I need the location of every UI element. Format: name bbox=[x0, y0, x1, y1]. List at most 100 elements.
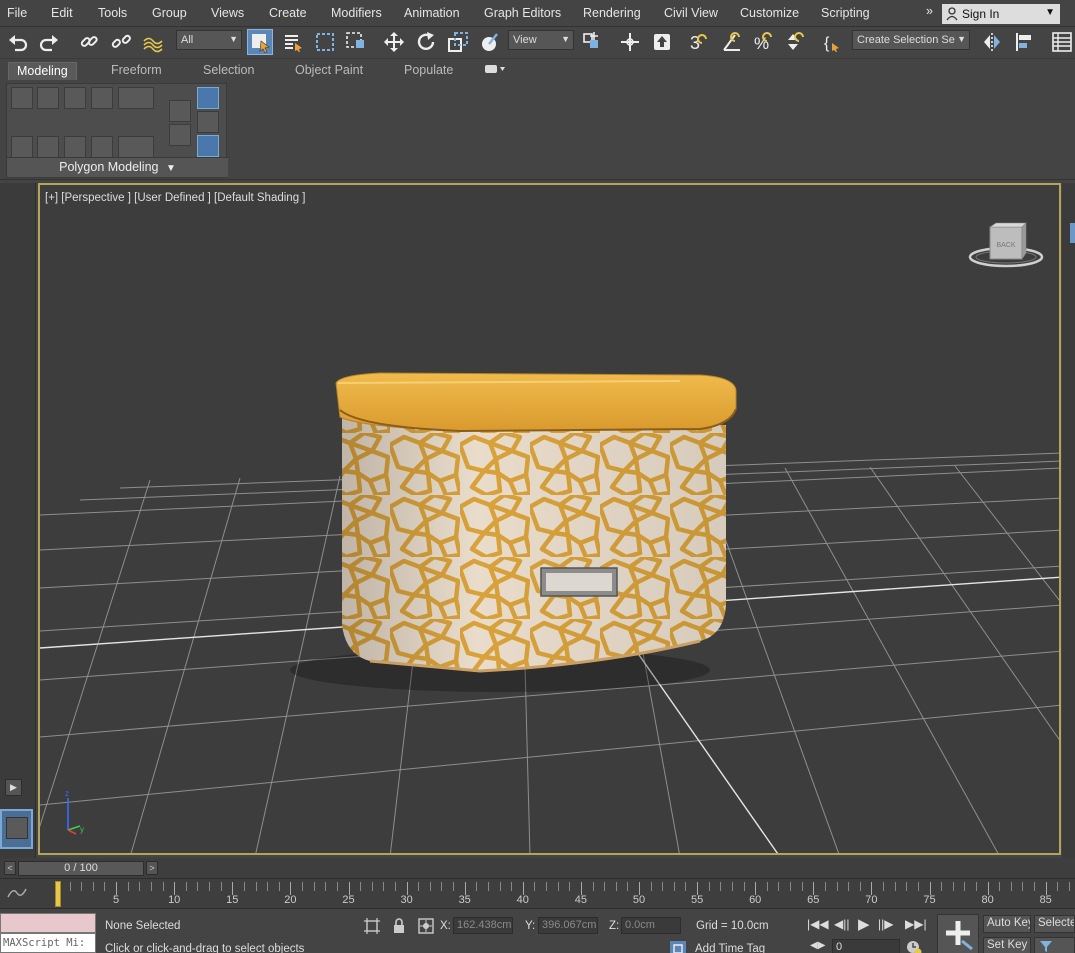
select-by-name-button[interactable] bbox=[280, 29, 306, 55]
modify-mode-button-3[interactable] bbox=[64, 136, 86, 158]
edge-mode-button[interactable] bbox=[37, 87, 59, 109]
tab-object-paint[interactable]: Object Paint bbox=[287, 62, 371, 80]
edit-named-selection-sets-button[interactable]: { bbox=[820, 29, 846, 55]
polygon-modeling-dropdown[interactable]: Polygon Modeling ▼ bbox=[7, 157, 228, 177]
track-bar[interactable]: 0510152025303540455055606570758085 bbox=[0, 878, 1075, 908]
command-panel-tab[interactable] bbox=[1070, 223, 1075, 243]
rectangular-selection-region-button[interactable] bbox=[312, 29, 338, 55]
stack-options-button[interactable] bbox=[169, 124, 191, 146]
spinner-snap-toggle-button[interactable] bbox=[783, 29, 809, 55]
polygon-mode-button[interactable] bbox=[91, 87, 113, 109]
reference-coordinate-dropdown[interactable]: View ▼ bbox=[508, 30, 574, 50]
menu-overflow-button[interactable]: » bbox=[926, 4, 933, 18]
align-button[interactable] bbox=[1011, 29, 1037, 55]
maxscript-output-field[interactable] bbox=[0, 913, 96, 933]
tab-populate[interactable]: Populate bbox=[396, 62, 461, 80]
menu-animation[interactable]: Animation bbox=[404, 6, 460, 20]
lock-icon[interactable] bbox=[390, 917, 408, 935]
stack-level-button[interactable] bbox=[169, 100, 191, 122]
absolute-transform-icon[interactable] bbox=[417, 917, 435, 935]
play-arrow-icon[interactable]: ▶ bbox=[5, 779, 22, 796]
redo-button[interactable] bbox=[36, 29, 62, 55]
tab-selection[interactable]: Selection bbox=[195, 62, 262, 80]
menu-rendering[interactable]: Rendering bbox=[583, 6, 641, 20]
menu-scripting[interactable]: Scripting bbox=[821, 6, 870, 20]
time-slider[interactable]: < 0 / 100 > bbox=[0, 858, 1075, 878]
y-coordinate-field[interactable]: 396.067cm bbox=[538, 917, 598, 934]
add-time-tag-button[interactable]: Add Time Tag bbox=[695, 943, 765, 953]
named-selection-set-dropdown[interactable]: Create Selection Se ▼ bbox=[852, 30, 970, 50]
go-to-start-icon[interactable]: |◀◀ bbox=[807, 917, 829, 931]
menu-modifiers[interactable]: Modifiers bbox=[331, 6, 382, 20]
viewcube-face-label[interactable]: BACK bbox=[996, 242, 1015, 249]
select-and-rotate-button[interactable] bbox=[413, 29, 439, 55]
menu-file[interactable]: File bbox=[7, 6, 27, 20]
snaps-toggle-button[interactable]: 3 bbox=[687, 29, 713, 55]
menu-group[interactable]: Group bbox=[152, 6, 187, 20]
x-coordinate-field[interactable]: 162.438cm bbox=[453, 917, 513, 934]
set-key-button[interactable]: Set Key bbox=[983, 937, 1031, 953]
z-coordinate-field[interactable]: 0.0cm bbox=[621, 917, 681, 934]
window-crossing-toggle[interactable] bbox=[343, 29, 369, 55]
modify-mode-button-1[interactable] bbox=[11, 136, 33, 158]
select-object-button[interactable] bbox=[247, 29, 273, 55]
viewport-label-menu[interactable]: [+] [Perspective ] [User Defined ] [Defa… bbox=[45, 192, 305, 204]
select-and-link-button[interactable] bbox=[76, 29, 102, 55]
maxscript-listener[interactable]: MAXScript Mi: bbox=[0, 913, 96, 953]
vertex-mode-button[interactable] bbox=[11, 87, 33, 109]
pin-stack-button[interactable] bbox=[197, 111, 219, 133]
menu-edit[interactable]: Edit bbox=[51, 6, 73, 20]
next-frame-icon[interactable]: ||▶ bbox=[878, 917, 893, 931]
viewport-layout-button[interactable] bbox=[0, 809, 33, 849]
current-frame-field[interactable]: 0 bbox=[832, 939, 900, 953]
keyboard-shortcut-override-button[interactable] bbox=[649, 29, 675, 55]
menu-tools[interactable]: Tools bbox=[98, 6, 127, 20]
key-filter-dropdown[interactable]: Selecte bbox=[1034, 915, 1075, 933]
angle-snap-toggle-button[interactable] bbox=[719, 29, 745, 55]
menu-graph-editors[interactable]: Graph Editors bbox=[484, 6, 561, 20]
auto-key-button[interactable]: Auto Key bbox=[983, 915, 1031, 933]
menu-civil-view[interactable]: Civil View bbox=[664, 6, 718, 20]
play-animation-icon[interactable]: ▶ bbox=[858, 915, 870, 933]
set-keys-button[interactable] bbox=[937, 914, 979, 953]
ribbon-options-button[interactable] bbox=[476, 62, 514, 80]
select-and-place-button[interactable] bbox=[477, 29, 503, 55]
menu-views[interactable]: Views bbox=[211, 6, 244, 20]
open-mini-curve-editor-button[interactable] bbox=[6, 885, 34, 903]
key-filters-button[interactable] bbox=[1034, 937, 1075, 953]
modify-mode-button-4[interactable] bbox=[91, 136, 113, 158]
sign-in-dropdown[interactable]: Sign In ▼ bbox=[942, 4, 1060, 24]
current-frame-marker[interactable] bbox=[55, 881, 61, 907]
select-and-scale-button[interactable] bbox=[445, 29, 471, 55]
tab-freeform[interactable]: Freeform bbox=[103, 62, 170, 80]
modify-mode-button-2[interactable] bbox=[37, 136, 59, 158]
bind-to-space-warp-button[interactable] bbox=[140, 29, 166, 55]
time-slider-next-button[interactable]: > bbox=[146, 861, 158, 875]
select-and-manipulate-button[interactable] bbox=[617, 29, 643, 55]
tab-modeling[interactable]: Modeling bbox=[8, 62, 77, 80]
selection-filter-dropdown[interactable]: All ▼ bbox=[176, 30, 242, 50]
time-configuration-icon[interactable] bbox=[905, 939, 923, 953]
show-end-result-toggle[interactable] bbox=[197, 87, 219, 109]
mirror-button[interactable] bbox=[979, 29, 1005, 55]
select-and-move-button[interactable] bbox=[381, 29, 407, 55]
go-to-end-icon[interactable]: ▶▶| bbox=[905, 917, 927, 931]
perspective-viewport[interactable]: BACK z y [+] [Perspective ] [User Define… bbox=[38, 183, 1061, 855]
border-mode-button[interactable] bbox=[64, 87, 86, 109]
modify-mode-button-5[interactable] bbox=[118, 136, 154, 158]
isolate-selection-icon[interactable] bbox=[363, 917, 381, 935]
percent-snap-toggle-button[interactable]: % bbox=[751, 29, 777, 55]
menu-create[interactable]: Create bbox=[269, 6, 307, 20]
time-slider-thumb[interactable]: 0 / 100 bbox=[18, 861, 144, 876]
pivot-center-button[interactable] bbox=[579, 29, 605, 55]
time-slider-prev-button[interactable]: < bbox=[4, 861, 16, 875]
unlink-selection-button[interactable] bbox=[108, 29, 134, 55]
undo-button[interactable] bbox=[5, 29, 31, 55]
element-mode-button[interactable] bbox=[118, 87, 154, 109]
key-mode-toggle-icon[interactable]: ◀▶ bbox=[810, 940, 825, 951]
collapse-stack-toggle[interactable] bbox=[197, 135, 219, 157]
scene-explorer-button[interactable] bbox=[1049, 29, 1075, 55]
maxscript-mini-listener[interactable]: MAXScript Mi: bbox=[0, 933, 96, 953]
previous-frame-icon[interactable]: ◀|| bbox=[834, 917, 849, 931]
menu-customize[interactable]: Customize bbox=[740, 6, 799, 20]
